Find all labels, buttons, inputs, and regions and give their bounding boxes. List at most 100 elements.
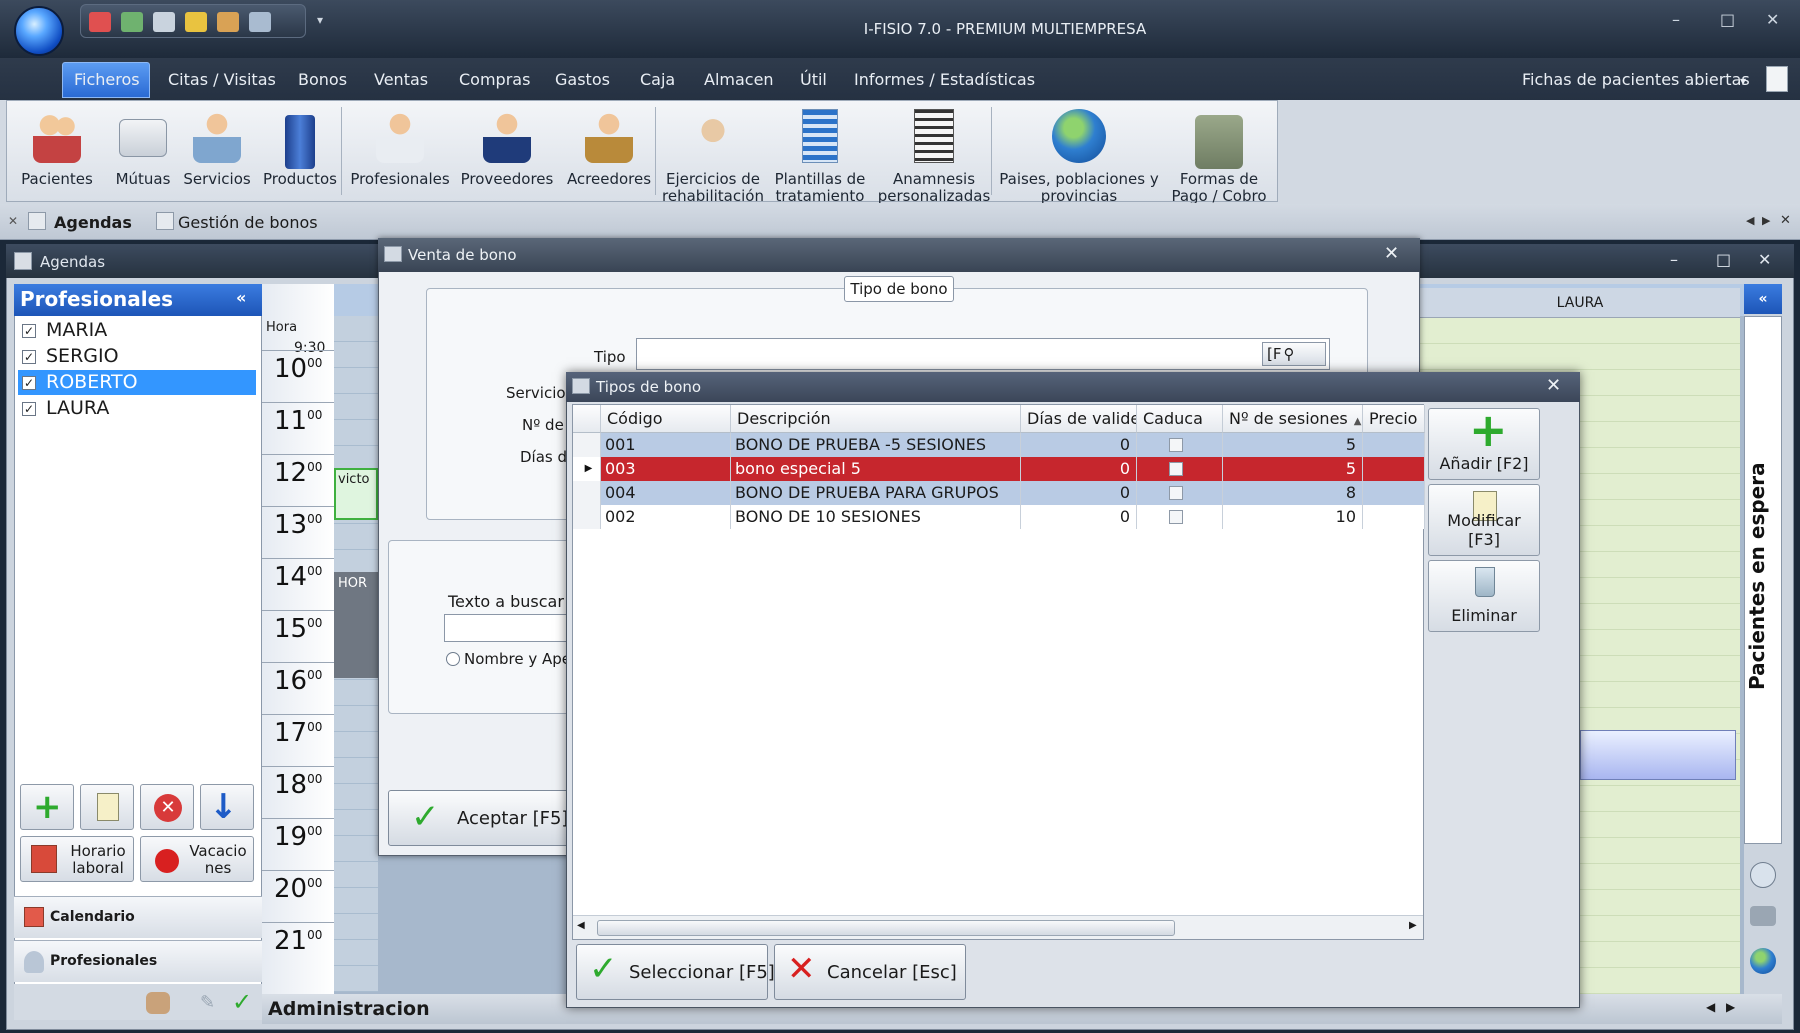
menu-compras[interactable]: Compras — [459, 70, 530, 89]
ribbon-servicios-button[interactable]: Servicios — [173, 101, 261, 201]
menu-bonos[interactable]: Bonos — [298, 70, 347, 89]
ribbon-acreedores-button[interactable]: Acreedores — [559, 101, 659, 201]
row-pointer-icon[interactable]: ▶ — [573, 457, 601, 481]
table-row[interactable]: ▶ 003 bono especial 50 5 — [573, 457, 1425, 481]
col-caduca[interactable]: Caduca — [1137, 405, 1223, 433]
laura-column-header: LAURA — [1420, 288, 1740, 318]
users-icon[interactable] — [146, 992, 170, 1014]
tab-scroll-right-icon[interactable]: ▶ — [1762, 214, 1770, 227]
checkbox-checked-icon[interactable]: ✓ — [22, 324, 36, 338]
caduca-checkbox[interactable] — [1169, 486, 1183, 500]
agendas-close-icon[interactable]: ✕ — [1758, 250, 1771, 269]
ribbon-proveedores-button[interactable]: Proveedores — [455, 101, 559, 201]
ribbon-productos-button[interactable]: Productos — [255, 101, 345, 201]
tab-agendas[interactable]: Agendas — [54, 213, 132, 232]
laura-appointment[interactable] — [1580, 730, 1736, 780]
menu-informes[interactable]: Informes / Estadísticas — [854, 70, 1035, 89]
tools-icon[interactable] — [1750, 906, 1776, 926]
col-codigo[interactable]: Código — [601, 405, 731, 433]
agendas-minimize-icon[interactable]: – — [1670, 250, 1678, 269]
professional-laura[interactable]: ✓ LAURA — [18, 396, 256, 421]
ribbon-formas-pago-button[interactable]: Formas de Pago / Cobro — [1163, 101, 1275, 203]
anadir-button[interactable]: + Añadir [F2] — [1428, 403, 1540, 480]
professional-sergio[interactable]: ✓ SERGIO — [18, 344, 256, 369]
menu-citas-visitas[interactable]: Citas / Visitas — [168, 70, 276, 89]
menu-util[interactable]: Útil — [800, 70, 827, 89]
vacaciones-button[interactable]: Vacacio nes — [140, 836, 254, 882]
col-precio[interactable]: Precio — [1363, 405, 1425, 433]
gauge-icon[interactable] — [1750, 862, 1776, 888]
scroll-thumb[interactable] — [597, 920, 1175, 936]
globe-icon[interactable] — [1750, 948, 1776, 974]
ribbon-pacientes-button[interactable]: Pacientes — [11, 101, 103, 201]
scroll-left-icon[interactable]: ◀ — [577, 920, 585, 931]
ribbon-mutuas-button[interactable]: Mútuas — [103, 101, 183, 201]
table-row[interactable]: 001 BONO DE PRUEBA -5 SESIONES 0 5 — [573, 433, 1425, 457]
seleccionar-button[interactable]: ✓ Seleccionar [F5] — [576, 944, 775, 1000]
open-patient-files[interactable]: Fichas de pacientes abiertas — [1522, 70, 1750, 89]
maximize-icon[interactable]: □ — [1720, 10, 1735, 29]
ribbon-paises-button[interactable]: Paises, poblaciones y provincias — [995, 101, 1163, 203]
menu-ficheros[interactable]: Ficheros — [74, 70, 140, 89]
professional-roberto[interactable]: ✓ ROBERTO — [18, 370, 256, 395]
tipos-bono-close-icon[interactable]: ✕ — [1546, 375, 1561, 396]
modificar-button[interactable]: Modificar [F3] — [1428, 484, 1540, 556]
tabs-close-icon[interactable]: ✕ — [1780, 213, 1791, 228]
col-descripcion[interactable]: Descripción — [731, 405, 1021, 433]
scroll-right-icon[interactable]: ▶ — [1726, 1000, 1735, 1014]
professional-maria[interactable]: ✓ MARIA — [18, 318, 256, 343]
horizontal-scrollbar[interactable]: ◀ ▶ — [573, 915, 1423, 939]
sort-professionals-button[interactable]: ↓ — [200, 784, 254, 830]
venta-bono-close-icon[interactable]: ✕ — [1384, 243, 1399, 264]
table-row[interactable]: 002 BONO DE 10 SESIONES 0 10 — [573, 505, 1425, 529]
menu-ventas[interactable]: Ventas — [374, 70, 428, 89]
add-professional-button[interactable]: + — [20, 784, 74, 830]
minimize-icon[interactable]: – — [1672, 10, 1680, 29]
row-indicator[interactable] — [573, 433, 601, 457]
collapse-left-icon[interactable]: « — [236, 288, 246, 307]
collapse-right-icon[interactable]: « — [1744, 284, 1782, 314]
document-icon[interactable] — [1766, 66, 1788, 92]
agendas-maximize-icon[interactable]: □ — [1716, 250, 1731, 269]
checkbox-checked-icon[interactable]: ✓ — [22, 376, 36, 390]
caduca-checkbox[interactable] — [1169, 438, 1183, 452]
row-indicator[interactable] — [573, 481, 601, 505]
cancelar-button[interactable]: ✕ Cancelar [Esc] — [774, 944, 966, 1000]
row-indicator[interactable] — [573, 505, 601, 529]
tab-close-icon[interactable]: ✕ — [8, 214, 18, 228]
appointment-block[interactable]: victo — [334, 468, 378, 520]
eliminar-button[interactable]: Eliminar — [1428, 560, 1540, 632]
tipo-input[interactable] — [636, 338, 1330, 370]
ribbon-profesionales-button[interactable]: Profesionales — [345, 101, 455, 201]
tipo-search-button[interactable]: [F ⚲ — [1262, 342, 1326, 366]
ribbon-ejercicios-button[interactable]: Ejercicios de rehabilitación — [659, 101, 767, 203]
table-row[interactable]: 004 BONO DE PRUEBA PARA GRUPOS 0 8 — [573, 481, 1425, 505]
delete-professional-button[interactable]: ✕ — [140, 784, 194, 830]
tab-gestion-bonos[interactable]: Gestión de bonos — [178, 213, 318, 232]
checkbox-checked-icon[interactable]: ✓ — [22, 402, 36, 416]
ribbon-anamnesis-button[interactable]: Anamnesis personalizadas — [873, 101, 995, 203]
scroll-left-icon[interactable]: ◀ — [1706, 1000, 1715, 1014]
tools-icon[interactable]: ✎ — [200, 992, 222, 1014]
nav-calendario[interactable]: Calendario — [14, 896, 262, 938]
menu-almacen[interactable]: Almacen — [704, 70, 774, 89]
col-dias[interactable]: Días de valide: — [1021, 405, 1137, 433]
check-icon[interactable]: ✓ — [232, 988, 252, 1016]
tab-scroll-left-icon[interactable]: ◀ — [1746, 214, 1754, 227]
ribbon-plantillas-button[interactable]: Plantillas de tratamiento — [767, 101, 873, 203]
menu-gastos[interactable]: Gastos — [555, 70, 610, 89]
chevron-down-icon[interactable]: ▾ — [1740, 74, 1746, 88]
buscar-input[interactable] — [444, 614, 584, 642]
menu-caja[interactable]: Caja — [640, 70, 675, 89]
caduca-checkbox[interactable] — [1169, 462, 1183, 476]
edit-professional-button[interactable] — [80, 784, 134, 830]
aceptar-button[interactable]: ✓ Aceptar [F5] — [388, 790, 588, 846]
radio-nombre[interactable] — [446, 652, 460, 666]
col-sesiones[interactable]: Nº de sesiones ▲ — [1223, 405, 1363, 433]
scroll-right-icon[interactable]: ▶ — [1409, 920, 1417, 931]
nav-profesionales[interactable]: Profesionales — [14, 940, 262, 982]
horario-laboral-button[interactable]: Horario laboral — [20, 836, 134, 882]
close-icon[interactable]: ✕ — [1766, 10, 1779, 29]
checkbox-checked-icon[interactable]: ✓ — [22, 350, 36, 364]
caduca-checkbox[interactable] — [1169, 510, 1183, 524]
